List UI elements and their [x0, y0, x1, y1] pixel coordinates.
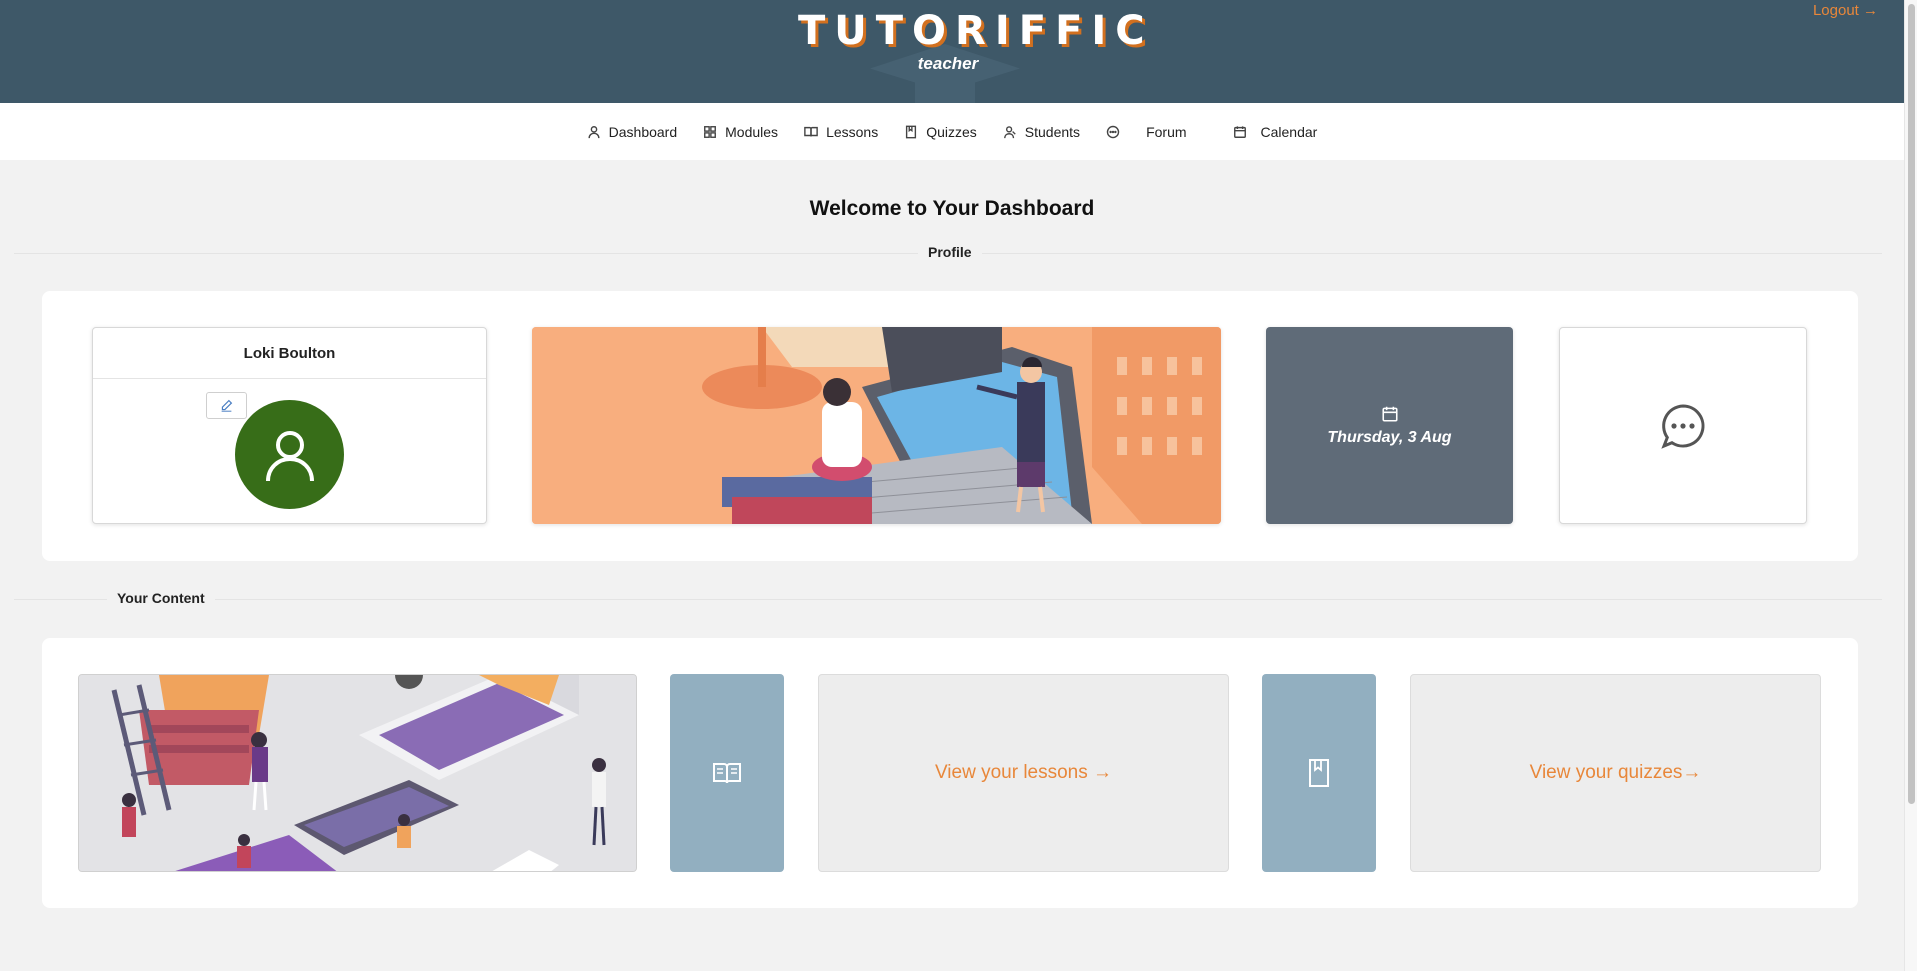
workspace-illustration	[79, 675, 636, 871]
view-lessons-link[interactable]: View your lessons →	[818, 674, 1229, 872]
nav-item-forum[interactable]: Forum	[1106, 123, 1187, 140]
scrollbar-thumb[interactable]	[1908, 4, 1915, 804]
grid-icon	[704, 125, 717, 138]
nav-label: Dashboard	[608, 123, 678, 140]
logo-title: TUTORIFFIC	[798, 8, 1154, 54]
page-title: Welcome to Your Dashboard	[809, 197, 1095, 220]
avatar	[235, 400, 344, 509]
nav-label: Students	[1024, 123, 1081, 140]
chat-icon	[1106, 125, 1120, 138]
nav-item-dashboard[interactable]: Dashboard	[587, 123, 678, 140]
book-open-icon	[804, 126, 818, 136]
nav-label: Quizzes	[926, 123, 977, 140]
profile-name: Loki Boulton	[93, 328, 486, 379]
edit-profile-button[interactable]	[206, 392, 247, 419]
nav-item-students[interactable]: Students	[1003, 124, 1080, 140]
profile-card: Loki Boulton	[92, 327, 487, 524]
nav-item-lessons[interactable]: Lessons	[804, 124, 878, 140]
lessons-icon-tile[interactable]	[670, 674, 784, 872]
section-heading-profile: Profile	[918, 244, 982, 260]
pencil-icon	[221, 399, 233, 412]
logo-subtitle: teacher	[917, 54, 979, 73]
bookmark-icon	[1309, 759, 1329, 787]
calendar-icon	[1381, 406, 1398, 422]
logo: TUTORIFFIC teacher	[790, 4, 1154, 103]
nav-item-calendar[interactable]: Calendar	[1233, 123, 1318, 140]
nav-label: Forum	[1146, 123, 1187, 140]
main-nav: Dashboard Modules Lessons Quizzes Studen…	[0, 103, 1904, 160]
user-icon	[588, 125, 600, 138]
book-open-icon	[713, 763, 741, 784]
chat-bubble-icon	[1661, 403, 1705, 449]
section-divider	[14, 599, 1882, 600]
classroom-illustration	[532, 327, 1221, 524]
view-quizzes-link[interactable]: View your quizzes→	[1410, 674, 1821, 872]
page-scrollbar[interactable]	[1904, 0, 1917, 971]
nav-item-quizzes[interactable]: Quizzes	[904, 124, 977, 140]
header: TUTORIFFIC teacher Logout →	[0, 0, 1904, 103]
messages-card[interactable]	[1559, 327, 1807, 524]
nav-label: Modules	[725, 123, 779, 140]
logout-link[interactable]: Logout →	[1813, 2, 1878, 19]
users-icon	[1003, 125, 1016, 138]
date-card: Thursday, 3 Aug	[1266, 327, 1513, 524]
teacher-illustration	[532, 327, 1221, 524]
content-illustration	[78, 674, 637, 872]
current-date: Thursday, 3 Aug	[1327, 428, 1452, 446]
nav-item-modules[interactable]: Modules	[703, 124, 778, 140]
quizzes-icon-tile[interactable]	[1262, 674, 1376, 872]
nav-label: Calendar	[1260, 123, 1318, 140]
user-avatar-icon	[265, 430, 314, 481]
nav-label: Lessons	[826, 123, 879, 140]
section-heading-content: Your Content	[107, 590, 215, 606]
calendar-icon	[1233, 125, 1246, 138]
bookmark-icon	[906, 125, 917, 138]
